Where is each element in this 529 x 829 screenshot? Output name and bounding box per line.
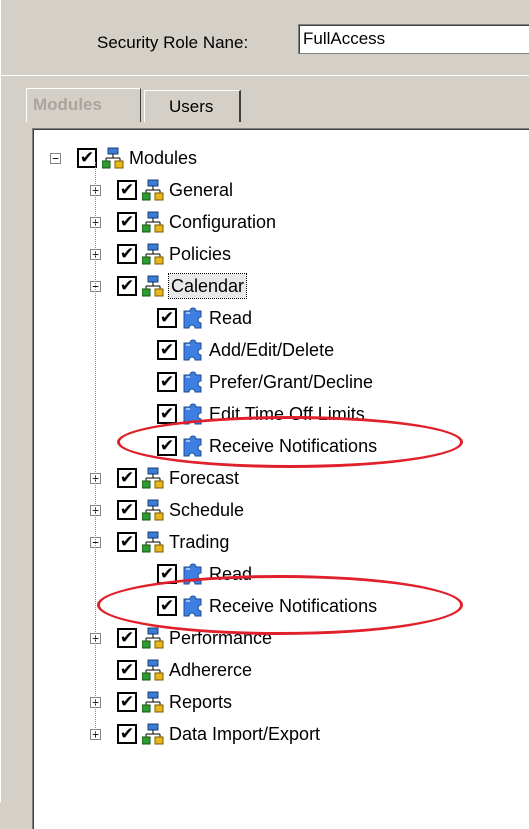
tab-users-label: Users: [169, 97, 214, 116]
module-network-icon: [142, 659, 164, 681]
tree-node-label: Trading: [169, 532, 230, 552]
permission-checkbox[interactable]: ✔: [117, 532, 137, 552]
tree-node-module[interactable]: + ✔ Data Import/Export: [0, 718, 529, 750]
tree-node-label: Prefer/Grant/Decline: [209, 372, 374, 392]
tree-node-module[interactable]: − ✔ Calendar: [0, 270, 529, 302]
tree-node-module[interactable]: − ✔ Trading: [0, 526, 529, 558]
tree-node-label: Modules: [129, 148, 198, 168]
module-network-icon: [142, 179, 164, 201]
puzzle-piece-icon: [183, 435, 202, 457]
tree-node-label: Calendar: [167, 273, 248, 299]
tree-node-module[interactable]: + ✔ Policies: [0, 238, 529, 270]
permission-checkbox[interactable]: ✔: [117, 692, 137, 712]
tab-modules-label: Modules: [33, 95, 102, 114]
module-network-icon: [142, 627, 164, 649]
puzzle-piece-icon: [183, 595, 202, 617]
permission-checkbox[interactable]: ✔: [157, 340, 177, 360]
permission-checkbox[interactable]: ✔: [117, 180, 137, 200]
tree-node-permission[interactable]: ✔ Read: [0, 558, 529, 590]
module-network-icon: [142, 275, 164, 297]
tree-node-module[interactable]: + ✔ Configuration: [0, 206, 529, 238]
security-role-name-input[interactable]: [298, 24, 529, 54]
permission-checkbox[interactable]: ✔: [117, 244, 137, 264]
tree-node-label: Schedule: [169, 500, 245, 520]
tree-node-module[interactable]: + ✔ Performance: [0, 622, 529, 654]
permission-checkbox[interactable]: ✔: [117, 628, 137, 648]
tree-node-label: Receive Notifications: [209, 596, 378, 616]
module-network-icon: [142, 467, 164, 489]
puzzle-piece-icon: [183, 307, 202, 329]
tree-node-label: Forecast: [169, 468, 240, 488]
permission-checkbox[interactable]: ✔: [117, 468, 137, 488]
tree-guide-line: [95, 162, 96, 734]
tree-node-modules[interactable]: − ✔ Modules: [0, 142, 529, 174]
permission-checkbox[interactable]: ✔: [77, 148, 97, 168]
tree-node-module[interactable]: + ✔ General: [0, 174, 529, 206]
puzzle-piece-icon: [183, 403, 202, 425]
permission-checkbox[interactable]: ✔: [117, 660, 137, 680]
permission-checkbox[interactable]: ✔: [157, 564, 177, 584]
tree-node-label: Data Import/Export: [169, 724, 321, 744]
tree-node-label: Read: [209, 308, 253, 328]
tree-node-label: Adhererce: [169, 660, 253, 680]
module-network-icon: [142, 499, 164, 521]
tree-node-label: Policies: [169, 244, 232, 264]
module-network-icon: [142, 211, 164, 233]
permission-checkbox[interactable]: ✔: [117, 500, 137, 520]
tree-node-module[interactable]: + ✔ Forecast: [0, 462, 529, 494]
permission-checkbox[interactable]: ✔: [117, 276, 137, 296]
tree-node-label: Add/Edit/Delete: [209, 340, 335, 360]
permission-checkbox[interactable]: ✔: [157, 436, 177, 456]
tree-node-label: Receive Notifications: [209, 436, 378, 456]
permission-checkbox[interactable]: ✔: [157, 308, 177, 328]
tree-node-label: Read: [209, 564, 253, 584]
permission-checkbox[interactable]: ✔: [157, 596, 177, 616]
security-role-name-label: Security Role Nane:: [97, 33, 249, 52]
permission-checkbox[interactable]: ✔: [117, 724, 137, 744]
tree-node-label: Reports: [169, 692, 233, 712]
module-network-icon: [142, 723, 164, 745]
puzzle-piece-icon: [183, 371, 202, 393]
tab-modules[interactable]: Modules: [26, 88, 141, 122]
tree-node-module[interactable]: + ✔ Reports: [0, 686, 529, 718]
tree-node-permission[interactable]: ✔ Read: [0, 302, 529, 334]
tree-node-label: Edit Time Off Limits: [209, 404, 365, 424]
tree-node-permission[interactable]: ✔ Receive Notifications: [0, 590, 529, 622]
section-divider: [0, 75, 529, 76]
tree-node-label: General: [169, 180, 234, 200]
module-network-icon: [142, 691, 164, 713]
permission-checkbox[interactable]: ✔: [157, 404, 177, 424]
tree-node-permission[interactable]: ✔ Add/Edit/Delete: [0, 334, 529, 366]
tree-node-label: Performance: [169, 628, 273, 648]
puzzle-piece-icon: [183, 339, 202, 361]
tree-node-permission[interactable]: ✔ Edit Time Off Limits: [0, 398, 529, 430]
tree-node-permission[interactable]: ✔ Receive Notifications: [0, 430, 529, 462]
puzzle-piece-icon: [183, 563, 202, 585]
permission-checkbox[interactable]: ✔: [157, 372, 177, 392]
tab-users[interactable]: Users: [144, 90, 241, 122]
collapse-toggle[interactable]: −: [50, 153, 61, 164]
module-network-icon: [142, 531, 164, 553]
tree-node-label: Configuration: [169, 212, 277, 232]
permission-checkbox[interactable]: ✔: [117, 212, 137, 232]
tree-node-module[interactable]: + ✔ Schedule: [0, 494, 529, 526]
tree-node-module[interactable]: ✔ Adhererce: [0, 654, 529, 686]
module-network-icon: [102, 147, 124, 169]
tree-node-permission[interactable]: ✔ Prefer/Grant/Decline: [0, 366, 529, 398]
module-network-icon: [142, 243, 164, 265]
